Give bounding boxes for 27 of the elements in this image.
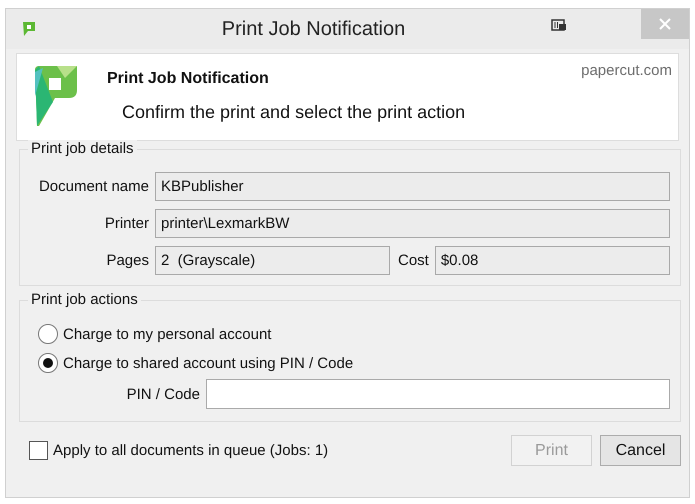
header-subtitle: Confirm the print and select the print action (122, 102, 466, 123)
group-title: Print job actions (28, 291, 141, 308)
field-label: PIN / Code (126, 386, 201, 402)
field-label: Cost (398, 252, 429, 269)
window-mode-icon[interactable] (551, 19, 567, 33)
radio-button[interactable] (38, 353, 58, 373)
window-title: Print Job Notification (220, 18, 406, 40)
pin-input-field[interactable] (206, 379, 670, 409)
radio-label: Charge to my personal account (63, 326, 272, 342)
readonly-field: $0.08 (434, 246, 670, 275)
readonly-field: KBPublisher (155, 172, 670, 201)
readonly-field: printer\LexmarkBW (155, 209, 670, 238)
radio-button[interactable] (38, 324, 58, 344)
radio-label: Charge to shared account using PIN / Code (63, 354, 354, 372)
app-logo-icon (22, 21, 36, 37)
dialog-button[interactable]: Cancel (600, 435, 681, 466)
field-label: Printer (104, 215, 150, 232)
field-label: Document name (38, 178, 150, 195)
checkbox[interactable] (29, 441, 48, 460)
field-label: Pages (105, 252, 150, 269)
header-title: Print Job Notification (107, 70, 270, 88)
close-icon (659, 18, 671, 30)
group-title: Print job details (28, 140, 137, 157)
readonly-field: 2 (Grayscale) (155, 246, 390, 275)
papercut-logo-icon (35, 66, 77, 126)
website-text: papercut.com (581, 62, 672, 79)
checkbox-label: Apply to all documents in queue (Jobs: 1) (53, 442, 330, 459)
